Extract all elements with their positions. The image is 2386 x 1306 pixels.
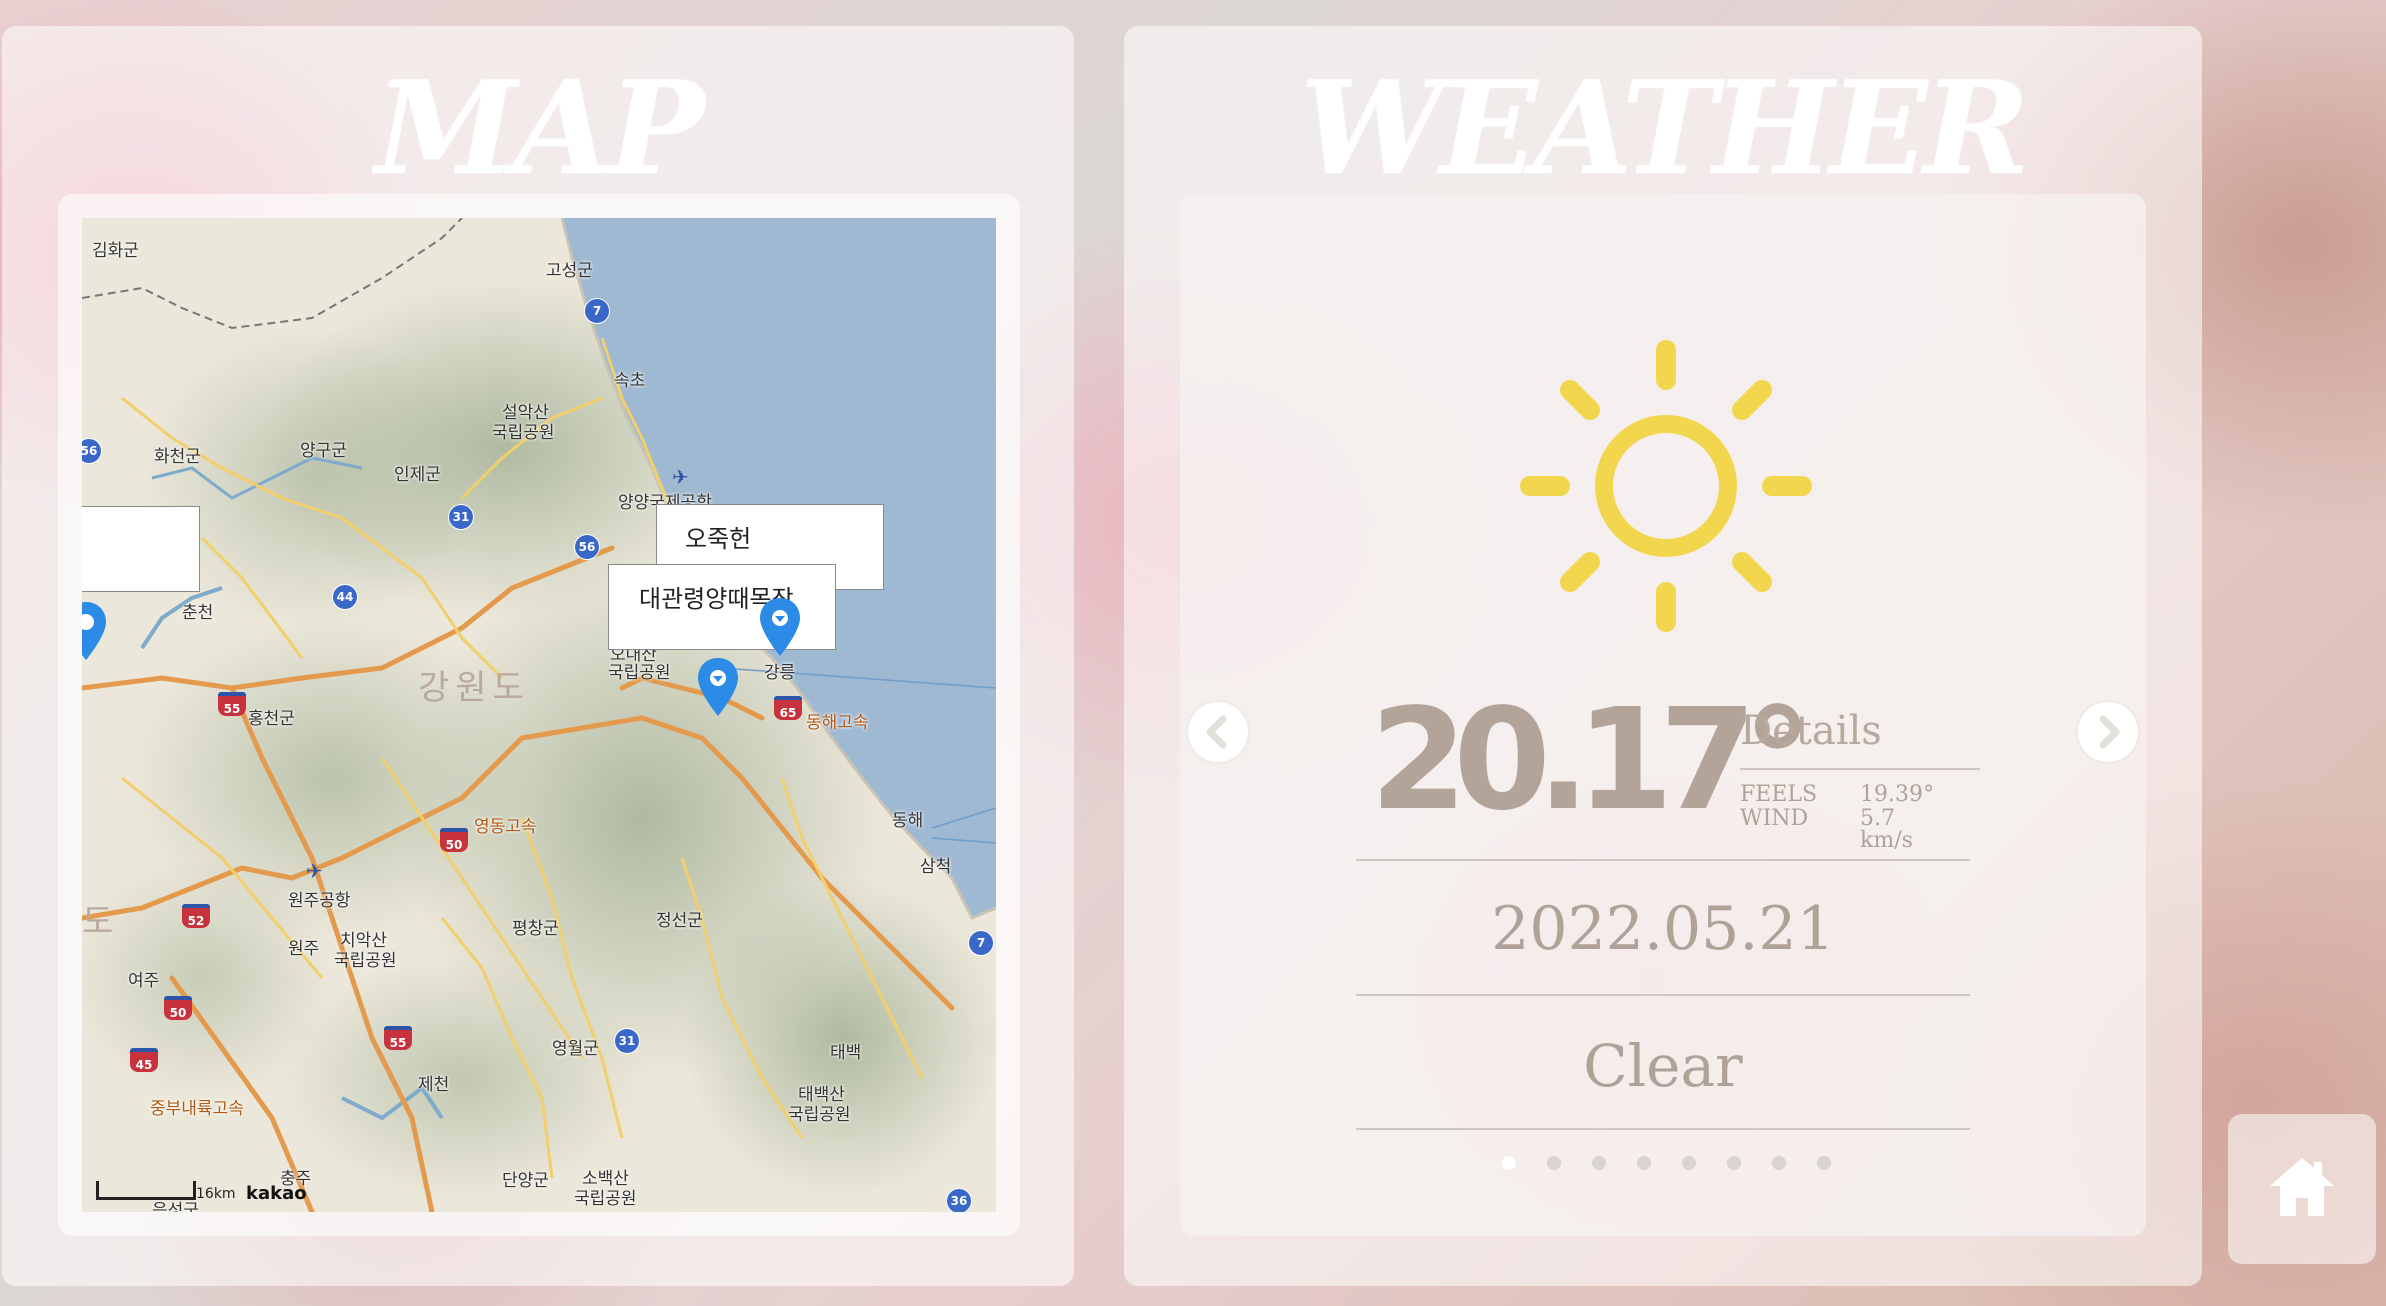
- map-marker-pin-left[interactable]: [82, 600, 108, 662]
- map-label-seorak-park: 국립공원: [492, 423, 555, 443]
- weather-panel: WEATHER 20.17° Details FEELS 19.39° WIND…: [1124, 26, 2202, 1286]
- next-slide-button[interactable]: [2078, 702, 2138, 762]
- svg-text:✈: ✈: [672, 465, 689, 489]
- map-marker-pin-ojukheon[interactable]: [758, 596, 802, 658]
- highway-badge: 52: [182, 904, 210, 928]
- route-badge: 31: [448, 504, 474, 530]
- map-marker-pin-daegwallyeong[interactable]: [696, 656, 740, 718]
- marker-label-ojukheon: 오죽헌: [685, 525, 752, 553]
- sun-icon: [1520, 340, 1812, 632]
- pagination-dot[interactable]: [1817, 1156, 1831, 1170]
- map-view[interactable]: ✈ ✈ 김화군 고성군 속초 설악산 국립공원 화천군 양구군 인제군 양양국제…: [82, 218, 996, 1212]
- prev-slide-button[interactable]: [1188, 702, 1248, 762]
- map-label-taebaeksan-park: 국립공원: [788, 1105, 851, 1125]
- divider: [1356, 1128, 1970, 1130]
- map-label-goseong: 고성군: [546, 261, 593, 281]
- route-badge: 36: [946, 1188, 972, 1212]
- chevron-left-icon: [1206, 715, 1227, 749]
- map-label-donghae-exp: 동해고속: [806, 713, 869, 733]
- temperature: 20.17°: [1370, 679, 1813, 842]
- home-icon: [2270, 1158, 2334, 1216]
- map-label-pyeongchang: 평창군: [512, 919, 559, 939]
- weather-title: WEATHER: [1300, 54, 2030, 204]
- home-button[interactable]: [2228, 1114, 2376, 1264]
- feels-value: 19.39°: [1860, 782, 1934, 807]
- map-label-jeongseon: 정선군: [656, 911, 703, 931]
- map-scale-label: 16km: [196, 1186, 236, 1202]
- highway-badge: 50: [164, 996, 192, 1020]
- map-label-danyang: 단양군: [502, 1171, 549, 1191]
- highway-badge: 65: [774, 696, 802, 720]
- map-label-yeongwol: 영월군: [552, 1039, 599, 1059]
- pagination-dot[interactable]: [1547, 1156, 1561, 1170]
- feels-label: FEELS: [1740, 782, 1818, 807]
- map-card: ✈ ✈ 김화군 고성군 속초 설악산 국립공원 화천군 양구군 인제군 양양국제…: [58, 194, 1020, 1236]
- map-label-odaesan-park: 국립공원: [608, 663, 671, 683]
- svg-text:✈: ✈: [306, 859, 323, 883]
- route-badge: 31: [614, 1028, 640, 1054]
- divider: [1356, 859, 1970, 861]
- map-label-donghae: 동해: [892, 811, 924, 831]
- map-label-hwacheon: 화천군: [154, 447, 201, 467]
- map-label-hongcheon: 홍천군: [248, 709, 295, 729]
- pagination-dot[interactable]: [1637, 1156, 1651, 1170]
- map-label-sokcho: 속초: [614, 371, 646, 391]
- map-label-gimhwa: 김화군: [92, 241, 139, 261]
- weather-card: 20.17° Details FEELS 19.39° WIND 5.7 km/…: [1180, 194, 2146, 1236]
- map-label-inje: 인제군: [394, 465, 441, 485]
- highway-badge: 55: [384, 1026, 412, 1050]
- highway-badge: 45: [130, 1048, 158, 1072]
- map-label-taebaek: 태백: [830, 1043, 862, 1063]
- pagination-dot[interactable]: [1772, 1156, 1786, 1170]
- map-label-chuncheon: 춘천: [182, 603, 214, 623]
- details-divider: [1740, 768, 1980, 770]
- feels-row: FEELS 19.39°: [1740, 782, 1934, 807]
- map-label-gangwon: 강원도: [418, 668, 530, 708]
- map-panel: MAP ✈ ✈ 김화군 고성군 속초 설악산 국립공원 화천군 양구군 인제군 …: [2, 26, 1074, 1286]
- map-label-samcheok: 삼척: [920, 857, 952, 877]
- weather-date: 2022.05.21: [1491, 894, 1835, 964]
- map-title: MAP: [375, 54, 704, 204]
- route-badge: 44: [332, 584, 358, 610]
- map-label-chiaksan-park: 국립공원: [334, 951, 397, 971]
- wind-row: WIND 5.7 km/s: [1740, 806, 1913, 852]
- highway-badge: 50: [440, 828, 468, 852]
- map-label-jungbu-exp: 중부내륙고속: [150, 1099, 244, 1119]
- map-label-gangneung: 강릉: [764, 663, 796, 683]
- route-badge: 7: [584, 298, 610, 324]
- map-label-wonju: 원주: [288, 939, 320, 959]
- wind-value: 5.7 km/s: [1860, 806, 1913, 853]
- map-scale-bar: [96, 1181, 196, 1200]
- details-title: Details: [1740, 708, 1882, 754]
- map-label-do: 도: [82, 902, 120, 942]
- pagination-dot[interactable]: [1727, 1156, 1741, 1170]
- wind-label: WIND: [1740, 806, 1809, 831]
- pagination-dot[interactable]: [1592, 1156, 1606, 1170]
- map-label-wonju-airport: 원주공항: [288, 891, 351, 911]
- marker-info-window-left[interactable]: [82, 506, 200, 592]
- kakao-logo: kakao: [246, 1183, 307, 1204]
- pagination-dot[interactable]: [1502, 1156, 1516, 1170]
- chevron-right-icon: [2099, 715, 2120, 749]
- highway-badge: 55: [218, 692, 246, 716]
- divider: [1356, 994, 1970, 996]
- map-label-yeongdong-exp: 영동고속: [474, 817, 537, 837]
- pagination-dot[interactable]: [1682, 1156, 1696, 1170]
- map-label-sobaeksan-park: 국립공원: [574, 1189, 637, 1209]
- map-label-yanggu: 양구군: [300, 441, 347, 461]
- map-label-yeoju: 여주: [128, 971, 160, 991]
- map-label-jecheon: 제천: [418, 1075, 450, 1095]
- route-badge: 56: [574, 534, 600, 560]
- weather-condition: Clear: [1583, 1032, 1743, 1100]
- route-badge: 7: [968, 930, 994, 956]
